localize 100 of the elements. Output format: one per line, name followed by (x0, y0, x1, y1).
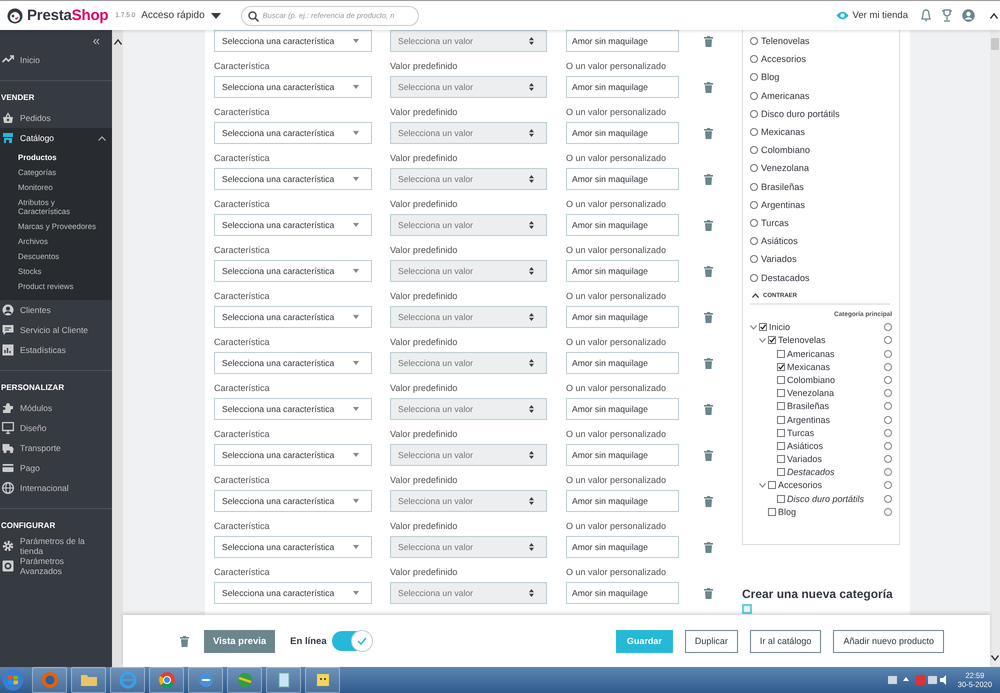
custom-value-input[interactable]: Amor sin maquilage (566, 398, 679, 420)
trash-icon[interactable] (704, 542, 713, 552)
radio-button[interactable] (884, 508, 892, 516)
sidebar-item[interactable]: Pedidos (0, 108, 112, 128)
radio-button[interactable] (884, 389, 892, 398)
radio-button[interactable] (750, 110, 758, 118)
custom-value-input[interactable]: Amor sin maquilage (566, 306, 679, 328)
action-button[interactable]: Añadir nuevo producto (833, 630, 944, 652)
category-option[interactable]: Mexicanas (750, 122, 892, 142)
checkbox[interactable] (777, 376, 785, 384)
custom-value-input[interactable]: Amor sin maquilage (566, 122, 679, 144)
category-option[interactable]: Asiáticos (750, 232, 892, 250)
radio-button[interactable] (750, 255, 758, 264)
action-button[interactable]: Ir al catálogo (750, 630, 822, 652)
radio-button[interactable] (750, 92, 758, 100)
checkbox[interactable] (768, 481, 776, 490)
tray-icons[interactable] (888, 674, 948, 686)
feature-select[interactable]: Selecciona una característica (214, 398, 372, 420)
feature-select[interactable]: Selecciona una característica (214, 122, 372, 144)
feature-select[interactable]: Selecciona una característica (214, 582, 372, 604)
trash-icon[interactable] (704, 82, 713, 92)
checkbox[interactable] (777, 389, 785, 398)
logo-text[interactable]: PrestaShop (27, 7, 108, 24)
trash-icon[interactable] (704, 450, 713, 460)
radio-button[interactable] (884, 416, 892, 424)
taskbar-button[interactable] (110, 667, 145, 693)
taskbar-button[interactable] (266, 667, 301, 693)
radio-button[interactable] (750, 164, 758, 172)
custom-value-input[interactable]: Amor sin maquilage (566, 536, 679, 558)
checkbox[interactable] (777, 494, 785, 503)
radio-button[interactable] (884, 494, 892, 503)
checkbox[interactable] (777, 468, 785, 476)
feature-select[interactable]: Selecciona una característica (214, 76, 372, 98)
checkbox[interactable] (768, 508, 776, 516)
sidebar-item[interactable]: Clientes (0, 300, 112, 320)
trash-icon[interactable] (704, 36, 713, 46)
custom-value-input[interactable]: Amor sin maquilage (566, 260, 679, 282)
radio-button[interactable] (750, 128, 758, 136)
quick-access-menu[interactable]: Acceso rápido (141, 10, 221, 21)
scrollbar[interactable] (112, 30, 123, 667)
custom-value-input[interactable]: Amor sin maquilage (566, 30, 679, 52)
taskbar-button[interactable] (305, 667, 340, 693)
custom-value-input[interactable]: Amor sin maquilage (566, 490, 679, 512)
feature-select[interactable]: Selecciona una característica (214, 260, 372, 282)
checkbox[interactable] (759, 323, 767, 332)
action-button[interactable]: Duplicar (684, 630, 738, 652)
checkbox[interactable] (777, 362, 785, 371)
custom-value-input[interactable]: Amor sin maquilage (566, 444, 679, 466)
radio-button[interactable] (750, 73, 758, 82)
feature-select[interactable]: Selecciona una característica (214, 168, 372, 190)
feature-select[interactable]: Selecciona una característica (214, 352, 372, 374)
sidebar-item[interactable]: Pago (0, 458, 112, 478)
radio-button[interactable] (884, 442, 892, 450)
chevron-icon[interactable] (750, 324, 757, 330)
sidebar-item[interactable]: Parámetros de la tienda (0, 536, 112, 556)
feature-select[interactable]: Selecciona una característica (214, 490, 372, 512)
category-option[interactable]: Americanas (750, 86, 892, 105)
radio-button[interactable] (750, 55, 758, 64)
custom-value-input[interactable]: Amor sin maquilage (566, 352, 679, 374)
radio-button[interactable] (750, 146, 758, 154)
scrollbar[interactable] (990, 30, 1000, 667)
checkbox[interactable] (777, 455, 785, 464)
sidebar-item[interactable]: Transporte (0, 438, 112, 458)
checkbox[interactable] (777, 428, 785, 437)
radio-button[interactable] (750, 237, 758, 246)
radio-button[interactable] (884, 402, 892, 410)
preview-button[interactable]: Vista previa (204, 630, 276, 652)
radio-button[interactable] (884, 468, 892, 476)
chevron-icon[interactable] (759, 338, 766, 343)
feature-select[interactable]: Selecciona una característica (214, 30, 372, 52)
trash-icon[interactable] (704, 588, 713, 598)
sidebar-item[interactable]: Estadísticas (0, 340, 112, 360)
taskbar-button[interactable] (32, 667, 67, 693)
checkbox[interactable] (777, 350, 785, 358)
online-toggle[interactable] (332, 631, 372, 651)
sidebar-item[interactable]: Catálogo (0, 128, 112, 148)
category-option[interactable]: Argentinas (750, 196, 892, 214)
radio-button[interactable] (884, 376, 892, 384)
custom-value-input[interactable]: Amor sin maquilage (566, 168, 679, 190)
category-option[interactable]: Colombiano (750, 141, 892, 160)
sidebar-item[interactable]: Inicio (0, 50, 112, 70)
scroll-up-icon[interactable] (990, 12, 998, 18)
checkbox[interactable] (768, 336, 776, 344)
trash-icon[interactable] (704, 128, 713, 138)
category-option[interactable]: Brasileñas (750, 178, 892, 196)
taskbar-button[interactable] (149, 667, 184, 693)
feature-select[interactable]: Selecciona una característica (214, 214, 372, 236)
feature-select[interactable]: Selecciona una característica (214, 306, 372, 328)
category-option[interactable]: Disco duro portátils (750, 104, 892, 123)
sidebar-item[interactable]: Internacional (0, 478, 112, 498)
radio-button[interactable] (750, 182, 758, 191)
taskbar-button[interactable] (188, 667, 223, 693)
custom-value-input[interactable]: Amor sin maquilage (566, 214, 679, 236)
bell-icon[interactable] (920, 9, 932, 22)
start-icon[interactable] (2, 669, 24, 691)
trash-icon[interactable] (180, 636, 189, 646)
checkbox[interactable] (777, 402, 785, 410)
taskbar-button[interactable] (227, 667, 262, 693)
trash-icon[interactable] (704, 312, 713, 322)
category-option[interactable]: Blog (750, 68, 892, 87)
